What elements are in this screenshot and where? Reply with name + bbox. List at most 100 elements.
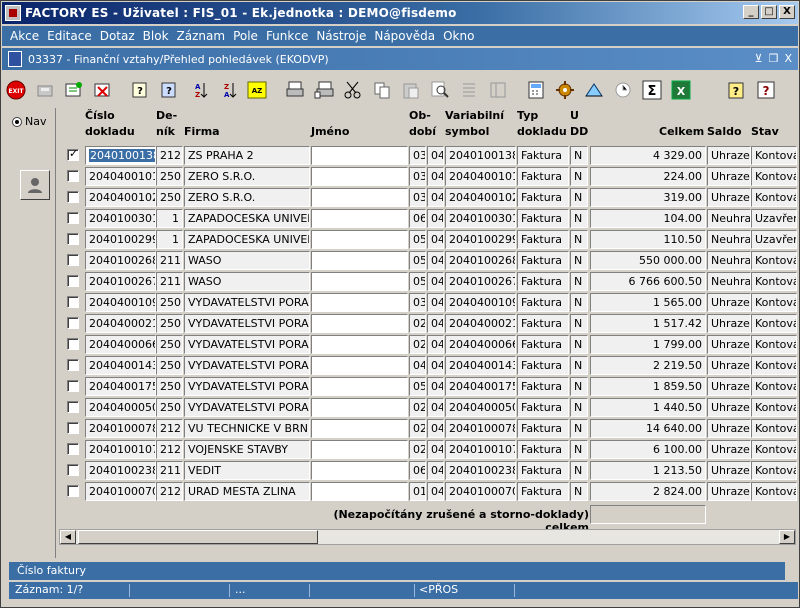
- table-row[interactable]: 2040100301 1 ZAPADOCESKA UNIVERZ 06 04 204010…: [59, 209, 797, 230]
- cell-ob1[interactable]: 05: [409, 230, 426, 249]
- cell-stav[interactable]: Kontová: [751, 482, 797, 501]
- cell-ob1[interactable]: 05: [409, 251, 426, 270]
- cell-udd[interactable]: N: [570, 461, 588, 480]
- cell-doc[interactable]: 2040400021: [85, 314, 156, 333]
- cell-ob1[interactable]: 03: [409, 293, 426, 312]
- cell-udd[interactable]: N: [570, 146, 588, 165]
- table-row[interactable]: 2040400050 250 VYDAVATELSTVI PORAI 02 04 2040…: [59, 398, 797, 419]
- cell-typ[interactable]: Faktura: [517, 398, 569, 417]
- cell-typ[interactable]: Faktura: [517, 335, 569, 354]
- table-row[interactable]: 2040400066 250 VYDAVATELSTVI PORAI 02 04 2040…: [59, 335, 797, 356]
- table-row[interactable]: 2040100267 211 WASO 05 04 2040100267 Faktura N 6…: [59, 272, 797, 293]
- cell-var[interactable]: 2040100238: [445, 461, 516, 480]
- cell-var[interactable]: 2040400021: [445, 314, 516, 333]
- cell-jmeno[interactable]: [311, 251, 408, 270]
- menu-akce[interactable]: Akce: [10, 29, 39, 43]
- cell-typ[interactable]: Faktura: [517, 377, 569, 396]
- cell-doc[interactable]: 2040400102: [85, 188, 156, 207]
- cell-stav[interactable]: Kontová: [751, 398, 797, 417]
- cell-saldo[interactable]: Uhrazen: [707, 377, 751, 396]
- cell-ob2[interactable]: 04: [427, 461, 444, 480]
- cell-firma[interactable]: VEDIT: [184, 461, 310, 480]
- cell-den[interactable]: 250: [156, 377, 183, 396]
- scroll-thumb[interactable]: [78, 530, 318, 544]
- row-checkbox[interactable]: [67, 275, 79, 287]
- sum-button[interactable]: Σ: [640, 78, 664, 102]
- cell-typ[interactable]: Faktura: [517, 440, 569, 459]
- cell-udd[interactable]: N: [570, 188, 588, 207]
- cell-udd[interactable]: N: [570, 167, 588, 186]
- cell-udd[interactable]: N: [570, 377, 588, 396]
- cell-doc[interactable]: 2040100301: [85, 209, 156, 228]
- cell-doc[interactable]: 2040400050: [85, 398, 156, 417]
- cell-doc[interactable]: 2040100078: [85, 419, 156, 438]
- cell-var[interactable]: 2040100107: [445, 440, 516, 459]
- table-row[interactable]: 2040100268 211 WASO 05 04 2040100268 Faktura N 5…: [59, 251, 797, 272]
- maximize-button[interactable]: □: [761, 5, 777, 19]
- row-checkbox[interactable]: [67, 422, 79, 434]
- cell-firma[interactable]: VYDAVATELSTVI PORAI: [184, 377, 310, 396]
- cell-celkem[interactable]: 6 100.00: [590, 440, 706, 459]
- cell-udd[interactable]: N: [570, 230, 588, 249]
- cell-firma[interactable]: ZERO S.R.O.: [184, 167, 310, 186]
- cell-stav[interactable]: Kontová: [751, 314, 797, 333]
- cell-jmeno[interactable]: [311, 272, 408, 291]
- menu-editace[interactable]: Editace: [47, 29, 92, 43]
- cell-var[interactable]: 2040400175: [445, 377, 516, 396]
- cell-stav[interactable]: Kontová: [751, 167, 797, 186]
- row-checkbox[interactable]: [67, 380, 79, 392]
- table-row[interactable]: 2040100107 212 VOJENSKE STAVBY 02 04 20401001…: [59, 440, 797, 461]
- cell-var[interactable]: 2040400109: [445, 293, 516, 312]
- row-checkbox[interactable]: [67, 317, 79, 329]
- cell-stav[interactable]: Kontová: [751, 377, 797, 396]
- cell-doc[interactable]: 2040100138: [85, 146, 156, 165]
- cell-ob2[interactable]: 04: [427, 335, 444, 354]
- cell-firma[interactable]: VYDAVATELSTVI PORAI: [184, 293, 310, 312]
- cell-celkem[interactable]: 550 000.00: [590, 251, 706, 270]
- cell-ob1[interactable]: 02: [409, 335, 426, 354]
- table-row[interactable]: 2040100238 211 VEDIT 06 04 2040100238 Faktura N…: [59, 461, 797, 482]
- cell-den[interactable]: 211: [156, 251, 183, 270]
- help-button[interactable]: ?: [725, 78, 749, 102]
- cell-celkem[interactable]: 6 766 600.50: [590, 272, 706, 291]
- cell-den[interactable]: 250: [156, 293, 183, 312]
- cell-jmeno[interactable]: [311, 146, 408, 165]
- cell-udd[interactable]: N: [570, 209, 588, 228]
- col-header-jmeno[interactable]: Jméno: [311, 124, 349, 140]
- cell-udd[interactable]: N: [570, 335, 588, 354]
- cell-celkem[interactable]: 1 799.00: [590, 335, 706, 354]
- cell-jmeno[interactable]: [311, 314, 408, 333]
- cell-celkem[interactable]: 1 565.00: [590, 293, 706, 312]
- horizontal-scrollbar[interactable]: ◀ ▶: [59, 529, 796, 545]
- cell-celkem[interactable]: 1 213.50: [590, 461, 706, 480]
- cut-button[interactable]: [341, 78, 365, 102]
- cell-typ[interactable]: Faktura: [517, 251, 569, 270]
- table-row[interactable]: 2040100078212VU TECHNICKE V BRNE Ú020420…: [59, 419, 797, 440]
- cell-stav[interactable]: Kontová: [751, 335, 797, 354]
- execute-query-button[interactable]: ?: [158, 78, 182, 102]
- cell-saldo[interactable]: Uhrazen: [707, 167, 751, 186]
- cell-firma[interactable]: ZERO S.R.O.: [184, 188, 310, 207]
- cell-jmeno[interactable]: [311, 419, 408, 438]
- cell-ob2[interactable]: 04: [427, 440, 444, 459]
- cell-ob1[interactable]: 05: [409, 272, 426, 291]
- cell-den[interactable]: 250: [156, 335, 183, 354]
- cell-firma[interactable]: ZAPADOCESKA UNIVERZ: [184, 209, 310, 228]
- form-close-button[interactable]: X: [784, 52, 792, 65]
- cell-jmeno[interactable]: [311, 335, 408, 354]
- cell-stav[interactable]: Kontová: [751, 251, 797, 270]
- exit-button[interactable]: EXIT: [4, 78, 28, 102]
- cell-saldo[interactable]: Neuhraz: [707, 251, 751, 270]
- menu-dotaz[interactable]: Dotaz: [100, 29, 135, 43]
- cell-var[interactable]: 2040400102: [445, 188, 516, 207]
- row-checkbox[interactable]: [67, 464, 79, 476]
- table-row[interactable]: 2040400143 250 VYDAVATELSTVI PORAI 04 04 2040…: [59, 356, 797, 377]
- cell-jmeno[interactable]: [311, 167, 408, 186]
- menu-blok[interactable]: Blok: [143, 29, 169, 43]
- table-row[interactable]: 2040100299 1 ZAPADOCESKA UNIVERZ 05 04 204010…: [59, 230, 797, 251]
- cell-stav[interactable]: Kontová: [751, 293, 797, 312]
- cell-doc[interactable]: 2040400109: [85, 293, 156, 312]
- cell-stav[interactable]: Kontová: [751, 146, 797, 165]
- cell-jmeno[interactable]: [311, 356, 408, 375]
- cell-firma[interactable]: ZS PRAHA 2: [184, 146, 310, 165]
